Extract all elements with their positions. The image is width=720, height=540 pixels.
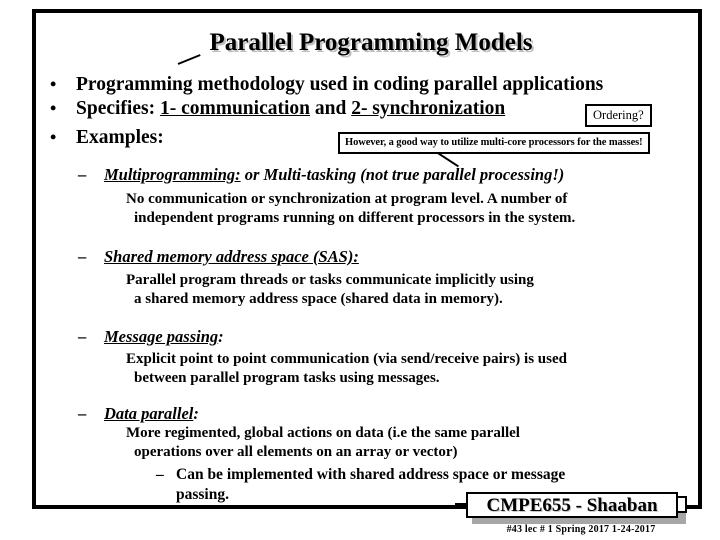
bullet-item-methodology: • Programming methodology used in coding … xyxy=(50,73,603,96)
footer-course-label: CMPE655 - Shaaban xyxy=(466,492,678,518)
model-body-multiprogramming: No communication or synchronization at p… xyxy=(126,190,575,228)
specifies-joiner: and xyxy=(309,98,352,119)
specifies-item-synchronization: 2- synchronization xyxy=(351,98,506,119)
dash-marker-icon: – xyxy=(78,247,87,266)
model-heading-text: Shared memory address space (SAS): xyxy=(104,247,359,266)
footer-plate-group: CMPE655 - Shaaban xyxy=(466,492,687,524)
slide-canvas: Parallel Programming Models • Programming… xyxy=(0,0,720,540)
body-line-2: operations over all elements on an array… xyxy=(134,444,458,460)
model-heading-tail: or Multi-tasking (not true parallel proc… xyxy=(240,165,565,184)
bullet-marker-icon: • xyxy=(50,127,57,147)
callout-annotation-box: However, a good way to utilize multi-cor… xyxy=(338,132,650,154)
body-line-2: between parallel program tasks using mes… xyxy=(134,370,440,386)
model-heading-text: Message passing xyxy=(104,327,219,346)
dash-marker-icon: – xyxy=(156,466,164,483)
body-line-2: independent programs running on differen… xyxy=(134,210,576,226)
footer-lecture-info: #43 lec # 1 Spring 2017 1-24-2017 xyxy=(506,524,656,535)
bullet-item-specifies: • Specifies: 1- communication and 2- sync… xyxy=(50,97,505,120)
body-line-1: More regimented, global actions on data … xyxy=(126,425,520,441)
slide-frame: Parallel Programming Models • Programming… xyxy=(32,9,702,509)
bullet-text: Programming methodology used in coding p… xyxy=(76,74,604,95)
bullet-marker-icon: • xyxy=(50,98,57,118)
model-body-sas: Parallel program threads or tasks commun… xyxy=(126,271,534,309)
model-heading-message-passing: – Message passing: xyxy=(78,327,224,346)
model-heading-tail: : xyxy=(193,404,199,423)
model-heading-tail: : xyxy=(218,327,224,346)
title-annotation-tick-icon xyxy=(177,54,202,70)
model-body-data-parallel: More regimented, global actions on data … xyxy=(126,424,520,462)
body-line-1: Parallel program threads or tasks commun… xyxy=(126,272,534,288)
model-body-message-passing: Explicit point to point communication (v… xyxy=(126,350,567,388)
bullet-text: Examples: xyxy=(76,127,164,148)
model-heading-text: Multiprogramming: xyxy=(104,165,241,184)
specifies-item-communication: 1- communication xyxy=(159,98,310,119)
bullet-marker-icon: • xyxy=(50,74,57,94)
body-line-2: a shared memory address space (shared da… xyxy=(134,291,503,307)
footer-plate-tab xyxy=(678,496,687,513)
specifies-prefix: Specifies: xyxy=(76,98,160,119)
ordering-annotation-box: Ordering? xyxy=(585,104,652,127)
model-heading-multiprogramming: – Multiprogramming: or Multi-tasking (not… xyxy=(78,165,564,184)
page-title: Parallel Programming Models xyxy=(209,29,533,56)
subitem-line-1: Can be implemented with shared address s… xyxy=(176,466,566,483)
dash-marker-icon: – xyxy=(78,404,87,423)
model-heading-text: Data parallel xyxy=(104,404,194,423)
body-line-1: Explicit point to point communication (v… xyxy=(126,351,567,367)
dash-marker-icon: – xyxy=(78,327,87,346)
dash-marker-icon: – xyxy=(78,165,87,184)
model-heading-sas: – Shared memory address space (SAS): xyxy=(78,247,359,266)
body-line-1: No communication or synchronization at p… xyxy=(126,191,568,207)
model-heading-data-parallel: – Data parallel: xyxy=(78,404,199,423)
bullet-item-examples: • Examples: xyxy=(50,126,164,149)
